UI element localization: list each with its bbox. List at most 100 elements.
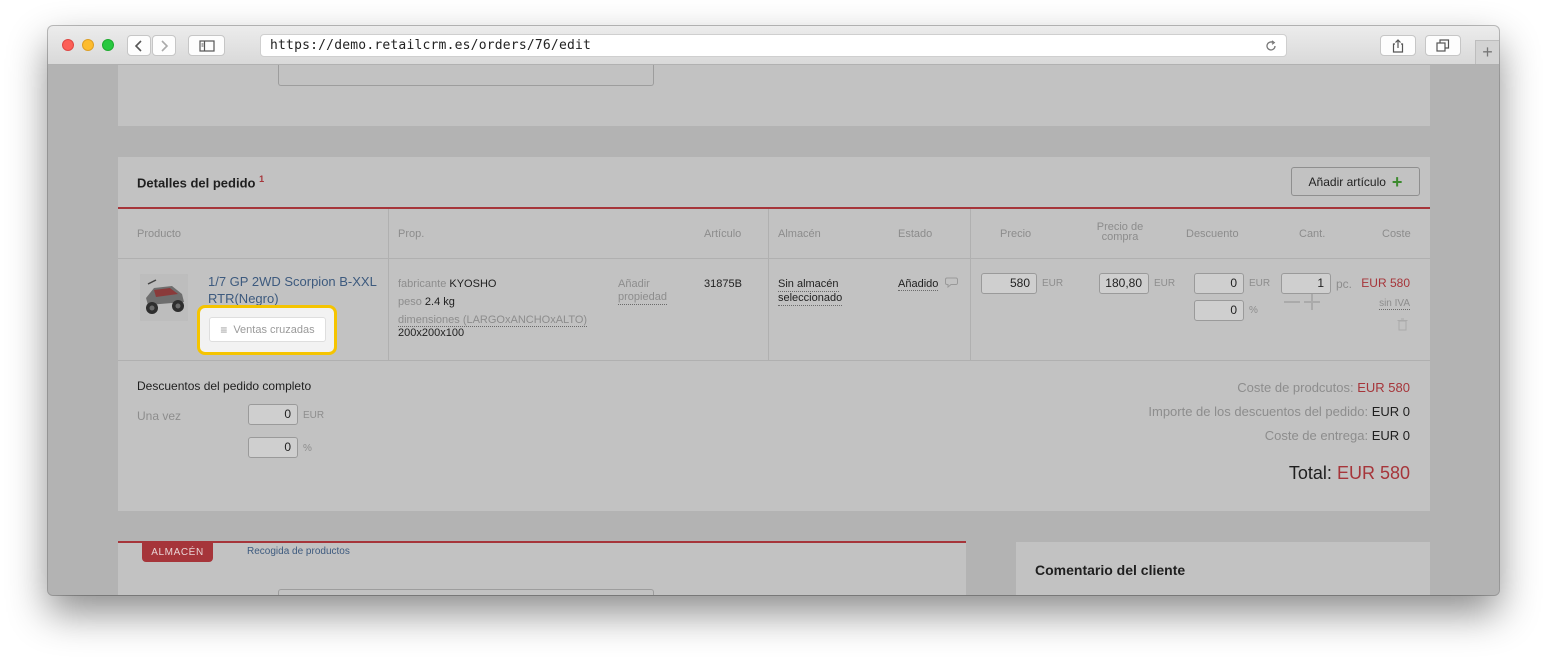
column-discount: Descuento bbox=[1186, 228, 1239, 240]
browser-window: https://demo.retailcrm.es/orders/76/edit… bbox=[48, 26, 1499, 595]
tab-warehouse-label: ALMACÉN bbox=[151, 546, 204, 558]
column-separator bbox=[388, 209, 389, 360]
add-property-line2: propiedad bbox=[618, 291, 667, 305]
discount-percent-sign: % bbox=[1249, 305, 1258, 316]
product-thumbnail bbox=[140, 274, 188, 321]
add-item-label: Añadir artículo bbox=[1308, 174, 1386, 189]
product-name-link[interactable]: 1/7 GP 2WD Scorpion B-XXL RTR(Negro) bbox=[208, 273, 377, 307]
order-total-row: Total: EUR 580 bbox=[1289, 463, 1410, 484]
column-warehouse: Almacén bbox=[778, 228, 821, 240]
chevron-left-icon bbox=[134, 39, 142, 52]
warehouse-select-link[interactable]: Sin almacén seleccionado bbox=[778, 278, 843, 306]
list-icon: ≡ bbox=[220, 322, 228, 337]
order-total-value: EUR 580 bbox=[1336, 463, 1410, 483]
prop-weight-value: 2.4 kg bbox=[424, 296, 455, 308]
order-discounts-title: Descuentos del pedido completo bbox=[137, 379, 312, 393]
order-discount-percent-sign: % bbox=[303, 443, 312, 454]
forward-button[interactable] bbox=[152, 35, 176, 56]
products-cost-row: Coste de prodcutos: EUR 580 bbox=[1237, 380, 1410, 395]
minimize-window-button[interactable] bbox=[82, 39, 94, 51]
order-discounts-total-label: Importe de los descuentos del pedido: bbox=[1148, 404, 1369, 419]
trash-icon[interactable] bbox=[1397, 318, 1408, 331]
customer-comment-title: Comentario del cliente bbox=[1035, 562, 1186, 578]
prop-weight-label: peso bbox=[398, 296, 422, 308]
column-qty: Cant. bbox=[1299, 228, 1326, 240]
column-separator bbox=[768, 209, 769, 360]
add-property-link[interactable]: Añadir propiedad bbox=[618, 278, 667, 305]
column-purchase-price-line2: compra bbox=[1101, 231, 1139, 243]
cross-sell-button[interactable]: ≡ Ventas cruzadas bbox=[209, 317, 326, 342]
tab-warehouse[interactable]: ALMACÉN bbox=[142, 542, 213, 562]
quantity-unit: pc. bbox=[1336, 277, 1353, 291]
plus-icon: + bbox=[1482, 42, 1493, 62]
url-text: https://demo.retailcrm.es/orders/76/edit bbox=[270, 38, 592, 53]
order-details-title-text: Detalles del pedido bbox=[137, 175, 256, 191]
order-discount-once-label: Una vez bbox=[137, 409, 182, 423]
previous-section-card bbox=[118, 65, 1430, 126]
column-status: Estado bbox=[898, 228, 933, 240]
decrement-quantity-icon[interactable] bbox=[1284, 301, 1300, 303]
increment-quantity-icon[interactable] bbox=[1304, 294, 1320, 310]
cross-sell-highlight: ≡ Ventas cruzadas bbox=[197, 305, 337, 355]
delivery-cost-value: EUR 0 bbox=[1371, 428, 1410, 443]
comment-icon[interactable] bbox=[945, 277, 958, 288]
prop-dimensions-label[interactable]: dimensiones (LARGOxANCHOxALTO) bbox=[398, 314, 588, 327]
prop-manufacturer-label: fabricante bbox=[398, 278, 447, 290]
tab-product-pickup[interactable]: Recogida de productos bbox=[247, 546, 350, 557]
quantity-input[interactable]: 1 bbox=[1281, 273, 1331, 294]
status-value: Añadido bbox=[898, 278, 939, 291]
prop-manufacturer: fabricante KYOSHO bbox=[398, 278, 496, 290]
status-select[interactable]: Añadido bbox=[898, 278, 939, 291]
plus-icon: + bbox=[1391, 171, 1403, 192]
new-tab-button[interactable]: + bbox=[1475, 40, 1499, 64]
prop-manufacturer-value: KYOSHO bbox=[449, 278, 497, 290]
address-bar[interactable]: https://demo.retailcrm.es/orders/76/edit bbox=[260, 34, 1287, 57]
article-value: 31875B bbox=[704, 278, 742, 290]
add-property-line1: Añadir bbox=[618, 278, 650, 290]
reload-icon[interactable] bbox=[1265, 40, 1277, 52]
warehouse-line1: Sin almacén bbox=[778, 278, 839, 292]
chevron-right-icon bbox=[161, 39, 169, 52]
discount-amount-input[interactable]: 0 bbox=[1194, 273, 1244, 294]
item-cost-value: EUR 580 bbox=[1361, 276, 1410, 290]
share-button[interactable] bbox=[1380, 35, 1416, 56]
row-separator bbox=[118, 360, 1430, 361]
customer-comment-card: Comentario del cliente bbox=[1016, 542, 1430, 595]
back-button[interactable] bbox=[127, 35, 151, 56]
column-cost: Coste bbox=[1382, 228, 1411, 240]
prop-dimensions: dimensiones (LARGOxANCHOxALTO) 200x200x1… bbox=[398, 314, 588, 339]
delivery-cost-label: Coste de entrega: bbox=[1264, 428, 1369, 443]
order-discounts-total-row: Importe de los descuentos del pedido: EU… bbox=[1148, 404, 1410, 419]
prop-dimensions-value: 200x200x100 bbox=[398, 327, 465, 339]
product-image[interactable] bbox=[140, 274, 188, 321]
column-separator bbox=[970, 209, 971, 360]
tabs-overview-button[interactable] bbox=[1425, 35, 1461, 56]
warehouse-section-divider bbox=[118, 541, 966, 543]
add-item-button[interactable]: Añadir artículo + bbox=[1291, 167, 1420, 196]
order-discount-amount-input[interactable]: 0 bbox=[248, 404, 298, 425]
order-discount-percent-input[interactable]: 0 bbox=[248, 437, 298, 458]
order-details-count: 1 bbox=[259, 174, 265, 184]
order-total-label: Total: bbox=[1288, 463, 1332, 483]
warehouse-field[interactable] bbox=[278, 589, 654, 595]
order-details-title: Detalles del pedido 1 bbox=[137, 174, 264, 190]
zoom-window-button[interactable] bbox=[102, 39, 114, 51]
discount-percent-input[interactable]: 0 bbox=[1194, 300, 1244, 321]
product-name-line1: 1/7 GP 2WD Scorpion B-XXL bbox=[208, 274, 377, 289]
warehouse-section-card: ALMACÉN Recogida de productos bbox=[118, 541, 966, 595]
sidebar-toggle-button[interactable] bbox=[188, 35, 225, 56]
discount-currency: EUR bbox=[1249, 278, 1271, 289]
tabs-icon bbox=[1436, 39, 1450, 52]
sidebar-icon bbox=[198, 39, 215, 52]
order-discounts-total-value: EUR 0 bbox=[1371, 404, 1410, 419]
price-input[interactable]: 580 bbox=[981, 273, 1037, 294]
purchase-price-input[interactable]: 180,80 bbox=[1099, 273, 1149, 294]
order-discount-currency: EUR bbox=[303, 410, 325, 421]
column-article: Artículo bbox=[704, 228, 742, 240]
close-window-button[interactable] bbox=[62, 39, 74, 51]
cross-sell-label: Ventas cruzadas bbox=[233, 323, 315, 336]
previous-section-textarea[interactable] bbox=[278, 65, 654, 86]
share-icon bbox=[1392, 38, 1404, 53]
page-content: Detalles del pedido 1 Añadir artículo + … bbox=[48, 65, 1499, 595]
vat-selector[interactable]: sin IVA bbox=[1379, 298, 1410, 310]
